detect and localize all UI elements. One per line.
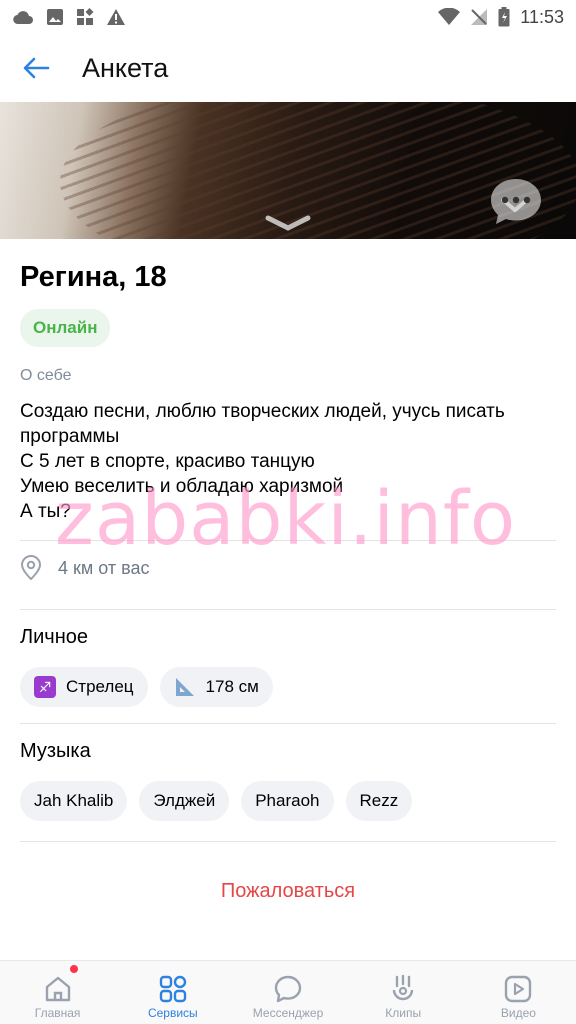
watermark: zababki.info xyxy=(55,476,517,562)
warning-icon xyxy=(107,9,125,25)
tab-bar: Главная Сервисы Мессенджер Клипы Видео xyxy=(0,960,576,1024)
report-button[interactable]: Пожаловаться xyxy=(20,880,556,903)
battery-icon xyxy=(498,7,510,27)
divider xyxy=(20,841,556,842)
app-bar: Анкета xyxy=(0,34,576,102)
profile-name: Регина, 18 xyxy=(20,261,167,293)
divider xyxy=(20,609,556,610)
height-chip[interactable]: 178 см xyxy=(159,667,273,707)
sagittarius-icon: ♐ xyxy=(34,676,56,698)
music-chip[interactable]: Jah Khalib xyxy=(20,781,128,821)
cloud-icon xyxy=(13,11,33,25)
music-chip[interactable]: Pharaoh xyxy=(241,781,334,821)
video-icon xyxy=(505,975,532,1003)
clips-icon xyxy=(393,974,414,1001)
tab-messenger[interactable]: Мессенджер xyxy=(230,961,345,1024)
tab-video[interactable]: Видео xyxy=(461,961,576,1024)
divider xyxy=(20,723,556,724)
music-chip[interactable]: Rezz xyxy=(345,781,413,821)
message-bubble-button[interactable] xyxy=(489,176,543,226)
image-icon xyxy=(47,9,63,25)
music-chip[interactable]: Элджей xyxy=(139,781,230,821)
personal-chips: ♐ Стрелец 178 см xyxy=(20,667,556,707)
tab-services[interactable]: Сервисы xyxy=(115,961,230,1024)
chat-icon xyxy=(274,975,302,1003)
zodiac-chip[interactable]: ♐ Стрелец xyxy=(20,667,148,707)
chevron-down-icon[interactable] xyxy=(264,214,312,232)
chip-label: 178 см xyxy=(205,677,259,696)
chip-label: Стрелец xyxy=(66,677,134,696)
personal-section-title: Личное xyxy=(20,626,89,648)
profile-content: Регина, 18 Онлайн О себе Создаю песни, л… xyxy=(0,239,576,903)
tab-home[interactable]: Главная xyxy=(0,961,115,1024)
page-title: Анкета xyxy=(82,52,169,83)
back-button[interactable] xyxy=(0,34,72,102)
home-icon xyxy=(45,976,70,1002)
wifi-icon xyxy=(438,8,461,25)
notification-dot xyxy=(70,965,78,973)
music-section-title: Музыка xyxy=(20,740,91,762)
tab-clips[interactable]: Клипы xyxy=(346,961,461,1024)
location-pin-icon xyxy=(20,555,42,581)
clock: 11:53 xyxy=(520,6,564,27)
arrow-left-icon xyxy=(23,57,50,79)
ruler-triangle-icon xyxy=(175,678,194,696)
no-signal-icon xyxy=(471,9,488,25)
about-label: О себе xyxy=(20,367,72,384)
services-icon xyxy=(159,975,186,1003)
status-bar: 11:53 xyxy=(0,0,576,34)
status-badge: Онлайн xyxy=(20,309,111,347)
music-chips: Jah Khalib Элджей Pharaoh Rezz xyxy=(20,781,556,821)
apps-icon xyxy=(77,8,94,25)
